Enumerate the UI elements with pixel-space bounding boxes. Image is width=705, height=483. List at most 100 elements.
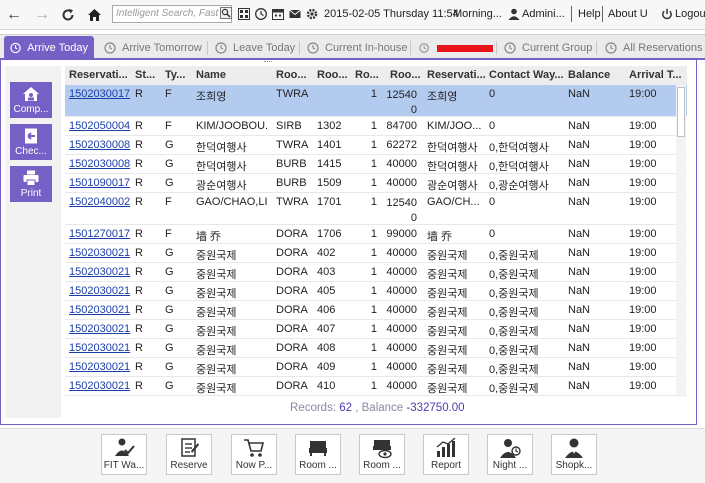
table-row[interactable]: 1502030021 R G 중원국제 DORA 407 1 40000 중원국제 0,중원국제 N… [65, 320, 687, 339]
shopkeeper-button[interactable]: Shopk... [551, 434, 597, 475]
table-row[interactable]: 1501270017 R F 墙 乔 DORA 1706 1 99000 墙 乔 0 NaN 19:0… [65, 225, 687, 244]
column-header[interactable]: Ro... [355, 69, 381, 81]
fit-walkin-button[interactable]: FIT Wa... [101, 434, 147, 475]
vertical-scrollbar[interactable] [676, 85, 686, 397]
table-row[interactable]: 1502030008 R G 한덕여행사 TWRA 1401 1 62272 한덕여행사 0,한덕… [65, 136, 687, 155]
power-icon[interactable] [661, 8, 673, 20]
reservation-number-link[interactable]: 1502030008 [69, 139, 131, 151]
scrollbar-thumb[interactable] [677, 87, 685, 137]
reservation-number-link[interactable]: 1502030021 [69, 266, 131, 278]
balance-cell: NaN [568, 120, 591, 132]
column-header[interactable]: Reservati... [427, 69, 485, 81]
help-link[interactable]: Help [578, 8, 601, 20]
contact-cell: 0,중원국제 [489, 307, 539, 319]
column-header[interactable]: Ty... [165, 69, 191, 81]
table-row[interactable]: 1502030021 R G 중원국제 DORA 410 1 40000 중원국제 0,중원국제 N… [65, 377, 687, 396]
user-name[interactable]: Admini... [522, 8, 565, 20]
back-icon[interactable]: ← [4, 5, 24, 25]
table-row[interactable]: 1502030021 R G 중원국제 DORA 409 1 40000 중원국제 0,중원국제 N… [65, 358, 687, 377]
clock-icon[interactable] [255, 8, 267, 20]
tab-leave-today[interactable]: Leave Today [213, 37, 297, 59]
search-icon[interactable] [220, 7, 232, 19]
contact-cell: 0,중원국제 [489, 345, 539, 357]
contact-cell: 0,중원국제 [489, 250, 539, 262]
reservation-name-cell: KIM/JOO... [427, 120, 482, 132]
reservation-number-link[interactable]: 1502040002 [69, 196, 131, 208]
settings-icon[interactable] [306, 8, 318, 20]
reservation-number-link[interactable]: 1502030021 [69, 285, 131, 297]
column-header[interactable]: Roo... [317, 69, 351, 81]
checkin-button[interactable]: Chec... [10, 124, 52, 160]
reservation-name-cell: 조희영 [427, 91, 458, 103]
table-row[interactable]: 1502030021 R G 중원국제 DORA 406 1 40000 중원국제 0,중원국제 N… [65, 301, 687, 320]
logout-link[interactable]: Logout [675, 8, 705, 20]
guest-name-cell: 조희영 [196, 91, 227, 103]
grid-icon[interactable] [238, 8, 250, 20]
button-label: Now P... [235, 460, 273, 471]
separator [596, 41, 597, 55]
table-row[interactable]: 1502040002 R F GAO/CHAO,LI... TWRA 1701 1 12540… [65, 193, 687, 225]
type-cell: G [165, 285, 174, 297]
table-row[interactable]: 1502030017 R F 조희영 TWRA 1 125400 조희영 0 NaN 19:00 [65, 85, 687, 117]
room-button[interactable]: Room ... [295, 434, 341, 475]
shopkeeper-icon [565, 438, 583, 458]
forward-icon[interactable]: → [32, 5, 52, 25]
tab-redacted[interactable] [417, 37, 493, 59]
tab-current-inhouse[interactable]: Current In-house [305, 37, 409, 59]
tab-bar: Arrive Today Arrive Tomorrow Leave Today… [0, 34, 705, 60]
table-row[interactable]: 1501090017 R G 광순여행사 BURB 1509 1 40000 광순여행사 0,광순… [65, 174, 687, 193]
reservation-number-link[interactable]: 1501270017 [69, 228, 131, 240]
reservation-number-link[interactable]: 1502030017 [69, 88, 131, 100]
reserve-button[interactable]: Reserve [166, 434, 212, 475]
mail-icon[interactable] [289, 8, 301, 20]
column-header[interactable]: Roo... [276, 69, 312, 81]
night-audit-button[interactable]: Night ... [487, 434, 533, 475]
reservation-number-link[interactable]: 1502030021 [69, 380, 131, 392]
tab-all-reservations[interactable]: All Reservations [603, 37, 703, 59]
reservation-number-link[interactable]: 1501090017 [69, 177, 131, 189]
contact-cell: 0,한덕여행사 [489, 161, 549, 173]
column-header[interactable]: Roo... [390, 69, 420, 81]
print-button[interactable]: Print [10, 166, 52, 202]
table-row[interactable]: 1502050004 R F KIM/JOOBOU... SIRB 1302 1 84700 K… [65, 117, 687, 136]
report-chart-icon [436, 437, 456, 457]
table-row[interactable]: 1502030021 R G 중원국제 DORA 405 1 40000 중원국제 0,중원국제 N… [65, 282, 687, 301]
shift-text[interactable]: Morning... [453, 8, 502, 20]
refresh-icon[interactable] [58, 5, 78, 25]
reservation-number-link[interactable]: 1502030021 [69, 247, 131, 259]
reservation-number-link[interactable]: 1502030021 [69, 304, 131, 316]
reservation-number-link[interactable]: 1502030021 [69, 361, 131, 373]
column-header[interactable]: Balance [568, 69, 620, 81]
calendar-icon[interactable] [272, 8, 284, 20]
table-row[interactable]: 1502030021 R G 중원국제 DORA 402 1 40000 중원국제 0,중원국제 N… [65, 244, 687, 263]
tab-arrive-today[interactable]: Arrive Today [4, 36, 94, 59]
report-button[interactable]: Report [423, 434, 469, 475]
column-header[interactable]: St... [135, 69, 159, 81]
reservation-number-link[interactable]: 1502030021 [69, 323, 131, 335]
room-number-cell: 408 [317, 342, 336, 354]
about-link[interactable]: About U [608, 8, 648, 20]
balance-cell: NaN [568, 285, 591, 297]
tab-arrive-tomorrow[interactable]: Arrive Tomorrow [102, 37, 204, 59]
reservation-number-link[interactable]: 1502030021 [69, 342, 131, 354]
comp-button[interactable]: Comp... [10, 82, 52, 118]
room-count-cell: 1 [370, 304, 377, 316]
table-row[interactable]: 1502030008 R G 한덕여행사 BURB 1415 1 40000 한덕여행사 0,한덕… [65, 155, 687, 174]
column-header[interactable]: Name [196, 69, 266, 81]
column-header[interactable]: Reservati... [69, 69, 131, 81]
room-count-cell: 1 [370, 342, 377, 354]
table-row[interactable]: 1502030021 R G 중원국제 DORA 408 1 40000 중원국제 0,중원국제 N… [65, 339, 687, 358]
tab-current-group[interactable]: Current Group [502, 37, 594, 59]
room-view-button[interactable]: Room ... [359, 434, 405, 475]
column-header[interactable]: Arrival T... [629, 69, 685, 81]
home-icon[interactable] [84, 5, 104, 25]
reservation-number-link[interactable]: 1502030008 [69, 158, 131, 170]
type-cell: G [165, 177, 174, 189]
status-cell: R [135, 88, 143, 100]
room-type-cell: TWRA [276, 196, 309, 208]
now-pay-button[interactable]: Now P... [231, 434, 277, 475]
search-input[interactable]: Intelligent Search, Fast [112, 5, 232, 23]
column-header[interactable]: Contact Way... [489, 69, 565, 81]
reservation-number-link[interactable]: 1502050004 [69, 120, 131, 132]
table-row[interactable]: 1502030021 R G 중원국제 DORA 403 1 40000 중원국제 0,중원국제 N… [65, 263, 687, 282]
